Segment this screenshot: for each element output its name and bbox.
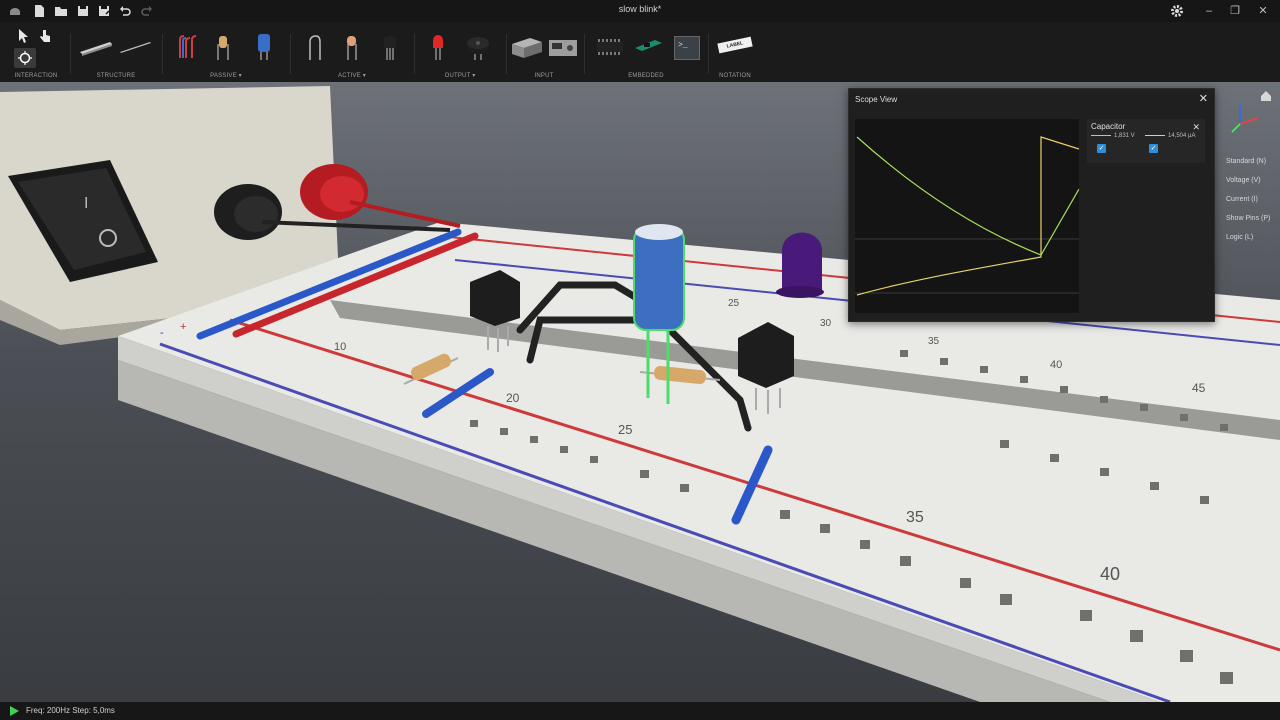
transistor-tool-icon[interactable] bbox=[376, 30, 404, 64]
settings-gear-icon[interactable] bbox=[1170, 4, 1184, 18]
toolbar-divider bbox=[290, 34, 291, 74]
group-label-output[interactable]: OUTPUT ▾ bbox=[418, 72, 502, 79]
row-number: 45 bbox=[1192, 381, 1206, 395]
simulation-status: Freq: 200Hz Step: 5,0ms bbox=[26, 706, 115, 715]
current-checkbox[interactable]: ✓ bbox=[1149, 144, 1158, 153]
scope-legend: Capacitor ✕ 1,831 V 14,504 µA ✓ ✓ bbox=[1087, 119, 1205, 163]
passive-group: PASSIVE ▾ bbox=[166, 22, 286, 82]
group-label-passive[interactable]: PASSIVE ▾ bbox=[166, 72, 286, 79]
legend-voltage: 1,831 V bbox=[1091, 133, 1135, 139]
view-option-show-pins[interactable]: Show Pins (P) bbox=[1214, 213, 1280, 232]
terminal-tool-button[interactable]: >_ bbox=[674, 36, 700, 60]
microcontroller-tool-icon[interactable] bbox=[632, 30, 664, 64]
group-label-input: INPUT bbox=[534, 73, 554, 79]
row-number: 35 bbox=[906, 509, 924, 526]
view-option-standard[interactable]: Standard (N) bbox=[1214, 156, 1280, 175]
group-label-embedded: EMBEDDED bbox=[628, 73, 664, 79]
scope-plot bbox=[855, 119, 1080, 313]
component-toolbar: INTERACTION STRUCTURE PASSIVE ▾ ACTIVE ▾… bbox=[0, 22, 1280, 82]
window-title: slow blink* bbox=[618, 4, 662, 14]
wire-strip-tool-icon[interactable] bbox=[118, 30, 154, 64]
view-option-logic[interactable]: Logic (L) bbox=[1214, 232, 1280, 251]
view-option-label: Standard (N) bbox=[1226, 158, 1267, 165]
row-number: 25 bbox=[618, 422, 632, 437]
view-option-label: Current (I) bbox=[1226, 196, 1258, 203]
toolbar-divider bbox=[506, 34, 507, 74]
output-group: OUTPUT ▾ bbox=[418, 22, 502, 82]
scope-view-panel[interactable]: Scope View ✕ Capacitor ✕ 1,831 V 14,504 … bbox=[848, 88, 1215, 322]
ic-chip-tool-icon[interactable] bbox=[594, 30, 626, 64]
view-option-label: Voltage (V) bbox=[1226, 177, 1261, 184]
minimize-button[interactable]: – bbox=[1200, 3, 1218, 19]
legend-current-value: 14,504 µA bbox=[1168, 133, 1196, 139]
function-generator-tool-icon[interactable] bbox=[546, 30, 580, 64]
orbit-tool-button[interactable] bbox=[14, 48, 36, 68]
row-number: 10 bbox=[334, 341, 346, 353]
group-label-structure: STRUCTURE bbox=[96, 73, 136, 79]
capacitor-tool-icon[interactable] bbox=[250, 30, 278, 64]
scope-waveform bbox=[855, 136, 1080, 296]
structure-group: STRUCTURE bbox=[74, 22, 158, 82]
view-option-voltage[interactable]: Voltage (V) bbox=[1214, 175, 1280, 194]
resistor-tool-icon[interactable] bbox=[210, 30, 238, 64]
toolbar-divider bbox=[414, 34, 415, 74]
terminal-prompt-icon: >_ bbox=[678, 41, 688, 50]
diode-tool-icon[interactable] bbox=[300, 30, 328, 64]
axis-gizmo-icon[interactable] bbox=[1224, 100, 1274, 140]
input-group: INPUT bbox=[508, 22, 580, 82]
label-tool-button[interactable]: LABEL bbox=[717, 36, 753, 54]
transistor-lead-tool-icon[interactable] bbox=[338, 30, 366, 64]
red-lead-wire bbox=[349, 200, 461, 228]
toolbar-divider bbox=[708, 34, 709, 74]
legend-title: Capacitor bbox=[1091, 122, 1126, 131]
play-icon[interactable] bbox=[10, 706, 19, 716]
breadboard-tool-icon[interactable] bbox=[78, 30, 114, 64]
voltage-checkbox[interactable]: ✓ bbox=[1097, 144, 1106, 153]
row-number: 40 bbox=[1050, 359, 1062, 371]
group-label-interaction: INTERACTION bbox=[14, 73, 58, 79]
scope-close-button[interactable]: ✕ bbox=[1199, 92, 1208, 105]
legend-close-button[interactable]: ✕ bbox=[1192, 122, 1200, 133]
legend-voltage-value: 1,831 V bbox=[1114, 133, 1135, 139]
view-mode-options: Standard (N) Voltage (V) Current (I) Sho… bbox=[1214, 156, 1280, 251]
restore-button[interactable]: ❐ bbox=[1226, 3, 1244, 19]
capacitor-selected bbox=[633, 227, 685, 331]
purple-led bbox=[782, 232, 823, 290]
check-icon bbox=[1214, 157, 1222, 164]
notation-group: LABEL NOTATION bbox=[712, 22, 758, 82]
legend-current: 14,504 µA bbox=[1145, 133, 1195, 139]
view-option-current[interactable]: Current (I) bbox=[1214, 194, 1280, 213]
orbit-icon bbox=[18, 51, 32, 65]
wire-tool-icon[interactable] bbox=[172, 30, 200, 64]
led-tool-icon[interactable] bbox=[424, 30, 452, 64]
row-number: 35 bbox=[928, 336, 940, 347]
toolbar-divider bbox=[70, 34, 71, 74]
row-number: 25 bbox=[728, 298, 740, 309]
toolbar-divider bbox=[162, 34, 163, 74]
status-bar: Freq: 200Hz Step: 5,0ms bbox=[0, 702, 1280, 720]
embedded-group: >_ EMBEDDED bbox=[588, 22, 704, 82]
toolbar-divider bbox=[584, 34, 585, 74]
positive-rail-sign: + bbox=[180, 321, 186, 333]
hand-pointer-icon[interactable] bbox=[38, 28, 52, 44]
view-option-label: Show Pins (P) bbox=[1226, 215, 1271, 222]
voltage-trace bbox=[856, 136, 1080, 256]
switch-on-mark: I bbox=[84, 195, 88, 212]
view-option-label: Logic (L) bbox=[1226, 234, 1254, 241]
active-group: ACTIVE ▾ bbox=[294, 22, 410, 82]
scope-title: Scope View bbox=[855, 95, 898, 104]
title-bar: slow blink* – ❐ ✕ bbox=[0, 0, 1280, 22]
power-supply-tool-icon[interactable] bbox=[510, 30, 544, 64]
select-arrow-icon[interactable] bbox=[16, 28, 30, 44]
interaction-group: INTERACTION bbox=[6, 22, 66, 82]
negative-rail-sign: - bbox=[160, 327, 164, 339]
row-number: 40 bbox=[1100, 564, 1120, 584]
group-label-notation: NOTATION bbox=[719, 73, 751, 79]
group-label-active[interactable]: ACTIVE ▾ bbox=[294, 72, 410, 79]
close-window-button[interactable]: ✕ bbox=[1254, 3, 1272, 19]
current-trace bbox=[856, 136, 1080, 296]
row-number: 30 bbox=[820, 318, 832, 329]
buzzer-tool-icon[interactable] bbox=[462, 30, 494, 64]
row-number: 20 bbox=[506, 391, 520, 405]
